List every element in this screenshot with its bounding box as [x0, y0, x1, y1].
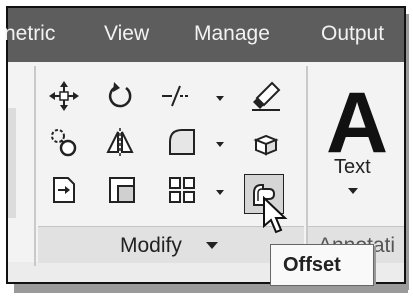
rotate-icon[interactable] [104, 80, 136, 112]
erase-icon[interactable] [250, 80, 282, 112]
trim-dropdown-icon[interactable] [216, 96, 224, 101]
scale-icon[interactable] [106, 174, 138, 206]
tooltip-label: Offset [283, 254, 341, 276]
modify-panel-expand-icon[interactable] [206, 242, 218, 249]
modify-panel-label[interactable]: Modify [120, 234, 182, 258]
text-tool-glyph[interactable]: A [326, 80, 388, 166]
ribbon-tab-bar: netric View Manage Output [4, 8, 404, 62]
tab-parametric[interactable]: netric [4, 22, 55, 46]
tab-manage[interactable]: Manage [194, 22, 270, 46]
explode-icon[interactable] [250, 126, 282, 158]
mouse-pointer-icon [263, 196, 288, 234]
tooltip: Offset [270, 244, 374, 286]
text-tool-label[interactable]: Text [334, 156, 371, 179]
tab-output[interactable]: Output [321, 22, 384, 46]
screenshot-frame: netric View Manage Output A Text Modify … [0, 0, 413, 299]
panel-separator-left [34, 66, 36, 266]
array-dropdown-icon[interactable] [216, 190, 224, 195]
fillet-icon[interactable] [166, 126, 198, 158]
move-icon[interactable] [48, 80, 80, 112]
trim-icon[interactable] [160, 80, 192, 112]
mirror-icon[interactable] [104, 126, 136, 158]
fillet-dropdown-icon[interactable] [216, 142, 224, 147]
stretch-icon[interactable] [48, 174, 80, 206]
left-panel-edge [8, 108, 16, 218]
app-window: netric View Manage Output A Text Modify [4, 6, 406, 284]
array-icon[interactable] [166, 174, 198, 206]
copy-icon[interactable] [48, 126, 80, 158]
tab-view[interactable]: View [104, 22, 149, 46]
text-dropdown-icon[interactable] [348, 188, 358, 194]
